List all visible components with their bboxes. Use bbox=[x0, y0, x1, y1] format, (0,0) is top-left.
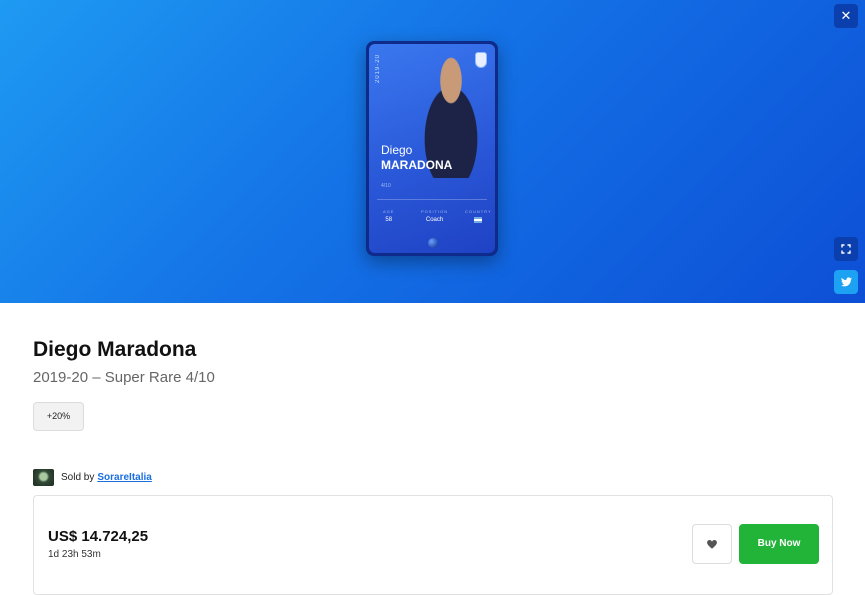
player-card[interactable]: 2019-20 Diego MARADONA 4/10 AGE 58 POSIT… bbox=[366, 41, 498, 256]
bonus-badge[interactable]: +20% bbox=[33, 402, 84, 431]
favorite-button[interactable] bbox=[692, 524, 732, 564]
card-stat-position: POSITION Coach bbox=[421, 209, 448, 223]
card-subtitle: 2019-20 – Super Rare 4/10 bbox=[33, 369, 215, 386]
card-stat-value: Coach bbox=[425, 217, 444, 223]
country-flag-icon bbox=[465, 217, 492, 225]
fullscreen-icon bbox=[841, 244, 851, 254]
card-divider bbox=[377, 199, 487, 200]
card-stat-label: AGE bbox=[383, 209, 395, 214]
time-remaining: 1d 23h 53m bbox=[48, 549, 101, 560]
card-stat-label: COUNTRY bbox=[465, 209, 492, 214]
card-last-name: MARADONA bbox=[381, 158, 453, 172]
club-crest-icon bbox=[475, 52, 487, 68]
page-title: Diego Maradona bbox=[33, 338, 197, 361]
fullscreen-button[interactable] bbox=[834, 237, 858, 261]
close-button[interactable]: ✕ bbox=[834, 4, 858, 28]
offer-panel: US$ 14.724,25 1d 23h 53m Buy Now bbox=[33, 495, 833, 595]
twitter-icon bbox=[840, 277, 852, 287]
card-serial: 4/10 bbox=[381, 183, 391, 189]
player-card-face: 2019-20 Diego MARADONA 4/10 AGE 58 POSIT… bbox=[369, 44, 495, 253]
card-stat-age: AGE 58 bbox=[383, 209, 394, 223]
card-stat-label: POSITION bbox=[421, 209, 449, 214]
close-icon: ✕ bbox=[840, 8, 852, 23]
football-icon bbox=[428, 238, 438, 248]
seller-info: Sold by SorareItalia bbox=[33, 469, 152, 486]
seller-label: Sold by bbox=[61, 472, 95, 483]
seller-link[interactable]: SorareItalia bbox=[97, 472, 151, 483]
card-season: 2019-20 bbox=[375, 54, 381, 84]
heart-icon bbox=[707, 539, 717, 549]
card-hero-banner: ✕ 2019-20 Diego MARADONA 4/10 AGE 58 POS… bbox=[0, 0, 865, 303]
card-stat-value: 58 bbox=[385, 217, 393, 223]
twitter-share-button[interactable] bbox=[834, 270, 858, 294]
seller-avatar bbox=[33, 469, 54, 486]
card-first-name: Diego bbox=[381, 143, 413, 157]
price: US$ 14.724,25 bbox=[48, 528, 149, 545]
card-stat-country: COUNTRY bbox=[465, 209, 492, 225]
buy-now-button[interactable]: Buy Now bbox=[739, 524, 819, 564]
